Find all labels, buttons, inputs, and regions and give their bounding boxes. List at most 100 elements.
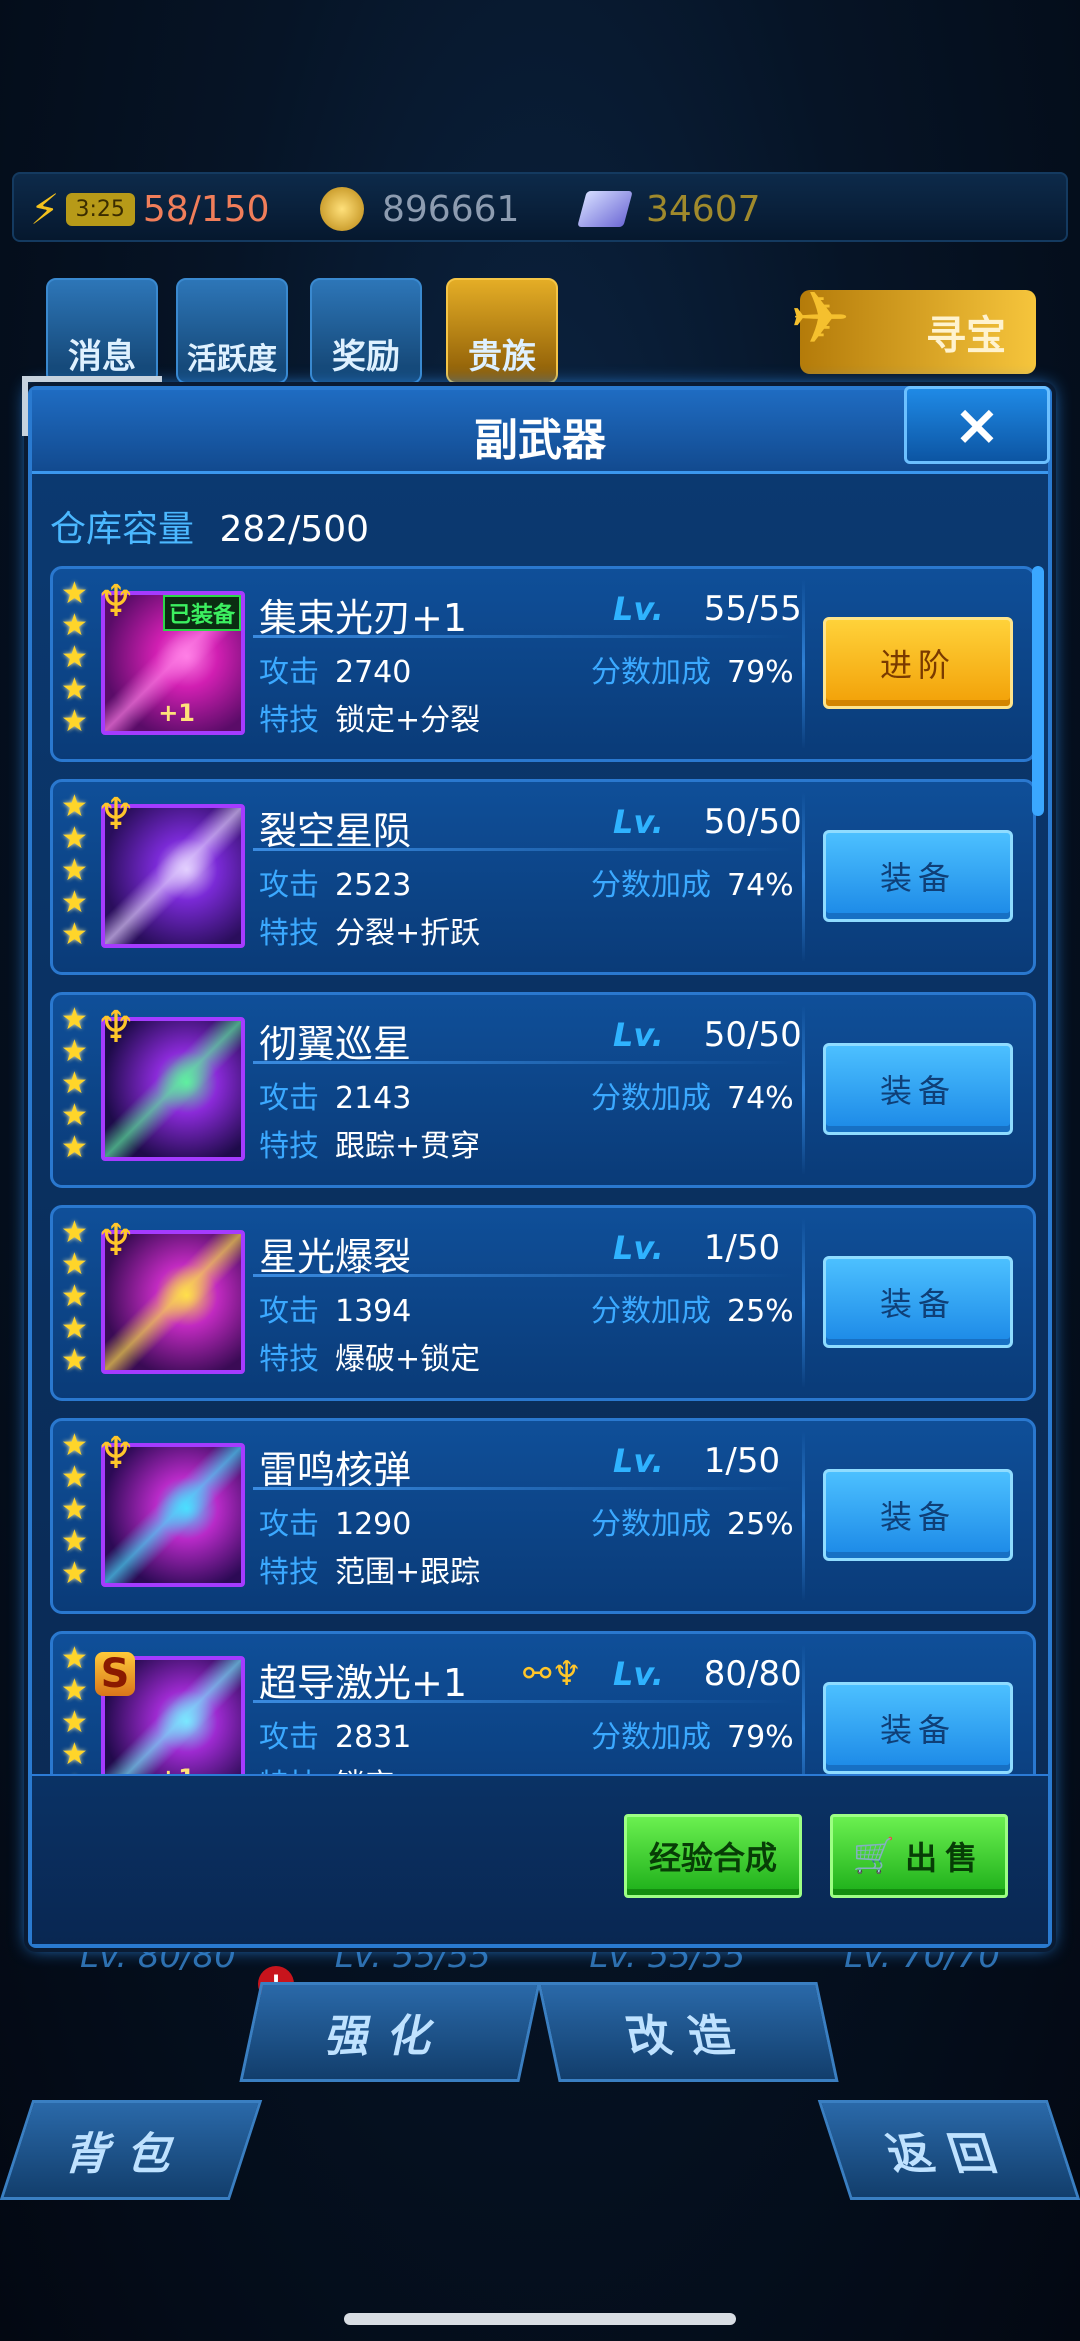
advance-button[interactable]: 进阶 bbox=[823, 617, 1013, 709]
skill-stat: 特技 跟踪+贯穿 bbox=[259, 1121, 480, 1165]
energy-stat[interactable]: ⚡ 3:25 58/150 bbox=[30, 184, 270, 234]
back-button[interactable]: 返回 bbox=[817, 2100, 1080, 2200]
weapon-list[interactable]: ★ ★ ★ ★ ★ ♆ 已装备 +1 集束光刃+1 Lv. 55/55 攻击 2740 分数加成 79% 特技… bbox=[50, 566, 1036, 1776]
equip-button[interactable]: 装备 bbox=[823, 830, 1013, 922]
attack-value: 2831 bbox=[335, 1720, 412, 1755]
energy-timer: 3:25 bbox=[65, 192, 135, 226]
treasure-hunt-button[interactable]: ✈ 寻宝 bbox=[790, 276, 1036, 374]
secondary-weapon-panel: 副武器 × 仓库容量 282/500 ★ ★ ★ ★ ★ ♆ 已装备 +1 集束光刃+1 Lv. 5… bbox=[22, 376, 1052, 1948]
lv-label: Lv. bbox=[613, 1442, 664, 1480]
attack-label: 攻击 bbox=[259, 868, 319, 903]
attack-label: 攻击 bbox=[259, 1081, 319, 1116]
noble-label: 贵族 bbox=[468, 337, 536, 377]
diamond-value: 34607 bbox=[646, 188, 761, 230]
strengthen-button[interactable]: 强化 bbox=[239, 1982, 541, 2082]
gold-stat[interactable]: 896661 bbox=[320, 184, 519, 234]
star-icon: ★ bbox=[61, 917, 88, 952]
weapon-card[interactable]: ★ ★ ★ ★ ★ ♆ 雷鸣核弹 Lv. 1/50 攻击 1290 分数加成 25% 特技 范围+跟踪 装备 bbox=[50, 1418, 1036, 1614]
name-underline bbox=[253, 1274, 793, 1277]
jet-icon: ✈ bbox=[790, 276, 851, 360]
attack-label: 攻击 bbox=[259, 655, 319, 690]
name-underline bbox=[253, 635, 793, 638]
star-icon: ★ bbox=[61, 1343, 88, 1378]
weapon-level: Lv. 55/55 bbox=[613, 589, 802, 629]
star-icon: ★ bbox=[61, 1034, 88, 1069]
exp-synthesis-button[interactable]: 经验合成 bbox=[624, 1814, 802, 1898]
warehouse-capacity: 仓库容量 282/500 bbox=[50, 500, 369, 552]
home-indicator[interactable] bbox=[344, 2313, 736, 2325]
score-bonus-label: 分数加成 bbox=[591, 1720, 711, 1755]
crown-rank-icon: ♆ bbox=[96, 576, 136, 627]
level-value: 80/80 bbox=[703, 1654, 802, 1694]
equip-button[interactable]: 装备 bbox=[823, 1469, 1013, 1561]
star-rating: ★★★★★ bbox=[61, 792, 91, 950]
level-value: 50/50 bbox=[703, 802, 802, 842]
weapon-card[interactable]: ★ ★ ★ ★ ★ ♆ 已装备 +1 集束光刃+1 Lv. 55/55 攻击 2740 分数加成 79% 特技… bbox=[50, 566, 1036, 762]
card-divider bbox=[802, 1218, 805, 1388]
bag-button[interactable]: 背包 bbox=[0, 2100, 263, 2200]
activity-button[interactable]: 活跃度 bbox=[176, 278, 288, 384]
energy-value: 58/150 bbox=[142, 188, 270, 230]
weapon-card[interactable]: ★ ★ ★ ★ ★ ♆ 裂空星陨 Lv. 50/50 攻击 2523 分数加成 74% 特技 分裂+折跃 装备 bbox=[50, 779, 1036, 975]
equip-button[interactable]: 装备 bbox=[823, 1256, 1013, 1348]
attack-stat: 攻击 1290 bbox=[259, 1499, 411, 1543]
score-bonus-value: 74% bbox=[727, 868, 794, 903]
weapon-name: 彻翼巡星 bbox=[259, 1022, 412, 1066]
skill-value: 跟踪+贯穿 bbox=[335, 1129, 481, 1164]
attack-value: 2143 bbox=[335, 1081, 412, 1116]
back-label: 返回 bbox=[880, 2129, 1021, 2180]
attack-stat: 攻击 1394 bbox=[259, 1286, 411, 1330]
equip-button[interactable]: 装备 bbox=[823, 1043, 1013, 1135]
star-icon: ★ bbox=[61, 1066, 88, 1101]
star-icon: ★ bbox=[61, 1002, 88, 1037]
close-button[interactable]: × bbox=[904, 386, 1050, 464]
score-bonus-value: 25% bbox=[727, 1294, 794, 1329]
score-bonus-stat: 分数加成 74% bbox=[591, 860, 794, 904]
attack-value: 1290 bbox=[335, 1507, 412, 1542]
weapon-level: Lv. 1/50 bbox=[613, 1228, 780, 1268]
star-icon: ★ bbox=[61, 789, 88, 824]
star-icon: ★ bbox=[61, 1641, 88, 1676]
sell-label: 出售 bbox=[905, 1839, 986, 1877]
messages-button[interactable]: 消息 bbox=[46, 278, 158, 384]
attack-label: 攻击 bbox=[259, 1507, 319, 1542]
diamond-stat[interactable]: 34607 bbox=[577, 184, 761, 234]
star-rating: ★★★★★ bbox=[61, 1218, 91, 1376]
star-rating: ★★★★★ bbox=[61, 1005, 91, 1163]
skill-label: 特技 bbox=[259, 1129, 319, 1164]
name-underline bbox=[253, 1700, 793, 1703]
list-scrollbar[interactable] bbox=[1030, 566, 1044, 1776]
weapon-card[interactable]: ★ ★ ★ ★ ★ ♆ 彻翼巡星 Lv. 50/50 攻击 2143 分数加成 74% 特技 跟踪+贯穿 装备 bbox=[50, 992, 1036, 1188]
modify-button[interactable]: 改造 bbox=[537, 1982, 839, 2082]
star-icon: ★ bbox=[61, 1556, 88, 1591]
sell-button[interactable]: 🛒 出售 bbox=[830, 1814, 1008, 1898]
link-icon: ⚯♆ bbox=[523, 1654, 582, 1694]
modify-label: 改造 bbox=[621, 2011, 757, 2062]
star-icon: ★ bbox=[61, 1673, 88, 1708]
lv-label: Lv. bbox=[613, 1655, 664, 1693]
weapon-card[interactable]: ★ ★ ★ ★ ★ ♆ 星光爆裂 Lv. 1/50 攻击 1394 分数加成 25% 特技 爆破+锁定 装备 bbox=[50, 1205, 1036, 1401]
lv-label: Lv. bbox=[613, 803, 664, 841]
rewards-button[interactable]: 奖励 bbox=[310, 278, 422, 384]
star-icon: ★ bbox=[61, 1279, 88, 1314]
level-value: 50/50 bbox=[703, 1015, 802, 1055]
star-icon: ★ bbox=[61, 1215, 88, 1250]
attack-stat: 攻击 2740 bbox=[259, 647, 411, 691]
weapon-name: 星光爆裂 bbox=[259, 1235, 412, 1279]
attack-stat: 攻击 2831 bbox=[259, 1712, 411, 1756]
card-divider bbox=[802, 792, 805, 962]
star-icon: ★ bbox=[61, 672, 88, 707]
equip-button[interactable]: 装备 bbox=[823, 1682, 1013, 1774]
score-bonus-value: 79% bbox=[727, 655, 794, 690]
name-underline bbox=[253, 1487, 793, 1490]
attack-value: 1394 bbox=[335, 1294, 412, 1329]
attack-stat: 攻击 2523 bbox=[259, 860, 411, 904]
star-icon: ★ bbox=[61, 1098, 88, 1133]
skill-label: 特技 bbox=[259, 916, 319, 951]
messages-label: 消息 bbox=[68, 337, 136, 377]
noble-button[interactable]: 贵族 bbox=[446, 278, 558, 384]
weapon-card[interactable]: ★★★★★S+1超导激光+1⚯♆Lv.80/80攻击2831分数加成79%特技锁… bbox=[50, 1631, 1036, 1776]
scrollbar-thumb[interactable] bbox=[1032, 566, 1044, 816]
score-bonus-label: 分数加成 bbox=[591, 655, 711, 690]
activity-label: 活跃度 bbox=[187, 342, 277, 377]
